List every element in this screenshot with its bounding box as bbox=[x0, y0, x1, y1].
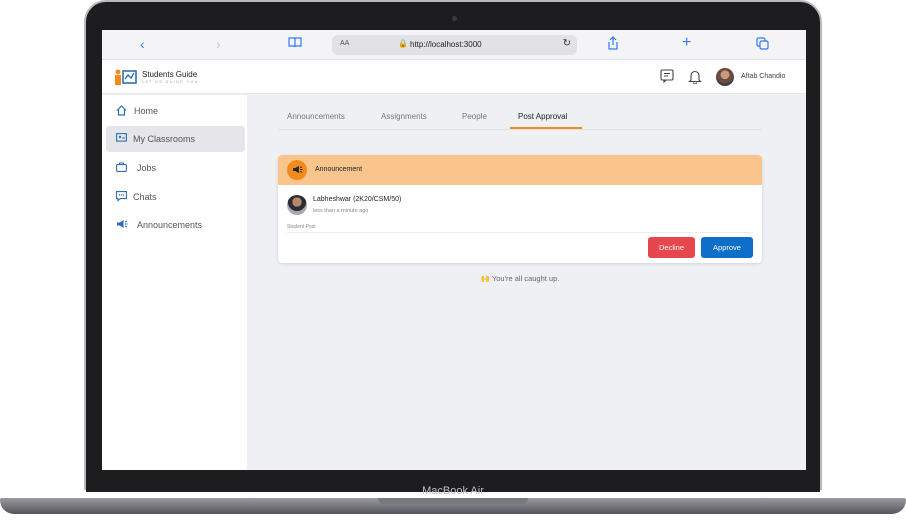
post-type: Student Post bbox=[287, 224, 316, 230]
plus-icon[interactable]: + bbox=[682, 34, 691, 52]
share-icon[interactable] bbox=[607, 36, 619, 53]
post-card: Announcement Labheshwar (2K20/CSM/50) le… bbox=[278, 155, 762, 263]
post-card-header: Announcement bbox=[278, 155, 762, 185]
screen: ‹ › AA 🔒 http://localhost:3000 ↻ + Stude… bbox=[102, 30, 806, 470]
sidebar-item-announcements[interactable]: Announcements bbox=[106, 212, 245, 238]
reload-icon[interactable]: ↻ bbox=[563, 38, 571, 49]
tabs-divider bbox=[278, 129, 762, 130]
sidebar-item-jobs[interactable]: Jobs bbox=[106, 155, 245, 181]
sidebar-item-label: Jobs bbox=[137, 163, 157, 173]
user-name[interactable]: Aftab Chandio bbox=[741, 73, 785, 80]
book-icon[interactable] bbox=[288, 37, 302, 51]
briefcase-icon bbox=[116, 162, 127, 175]
address-bar[interactable]: AA 🔒 http://localhost:3000 ↻ bbox=[332, 35, 577, 55]
raised-hands-icon: 🙌 bbox=[480, 274, 490, 283]
sidebar-item-label: Announcements bbox=[137, 220, 203, 230]
avatar[interactable] bbox=[716, 68, 734, 86]
tab-post-approval[interactable]: Post Approval bbox=[518, 112, 567, 121]
tab-people[interactable]: People bbox=[462, 112, 487, 121]
approve-button[interactable]: Approve bbox=[701, 237, 753, 258]
tabs-icon[interactable] bbox=[756, 37, 769, 53]
sidebar-item-label: Home bbox=[134, 106, 159, 116]
app-header: Students Guide LET US GUIDE YOU Aftab Ch… bbox=[102, 60, 806, 94]
sidebar-item-my-classrooms[interactable]: My Classrooms bbox=[106, 126, 245, 152]
url-text: http://localhost:3000 bbox=[410, 40, 482, 49]
status-message: 🙌 You're all caught up. bbox=[278, 274, 762, 283]
messages-icon[interactable] bbox=[660, 69, 674, 86]
logo-title: Students Guide bbox=[142, 70, 198, 79]
model-label: MacBook Air bbox=[422, 485, 484, 497]
home-icon bbox=[116, 105, 127, 119]
status-text: You're all caught up. bbox=[491, 274, 560, 283]
decline-button[interactable]: Decline bbox=[648, 237, 695, 258]
tab-announcements[interactable]: Announcements bbox=[287, 112, 345, 121]
classroom-icon bbox=[116, 133, 127, 146]
bell-icon[interactable] bbox=[688, 69, 702, 87]
chevron-left-icon[interactable]: ‹ bbox=[140, 36, 145, 52]
chevron-right-icon[interactable]: › bbox=[216, 36, 221, 52]
megaphone-icon bbox=[116, 219, 128, 232]
laptop-notch bbox=[378, 498, 528, 504]
post-divider bbox=[287, 232, 753, 233]
tab-assignments[interactable]: Assignments bbox=[381, 112, 427, 121]
text-size-button[interactable]: AA bbox=[340, 40, 349, 47]
sidebar-item-label: My Classrooms bbox=[133, 134, 196, 144]
sidebar: Home My Classrooms Jobs Chats Announceme… bbox=[102, 95, 247, 470]
post-author: Labheshwar (2K20/CSM/50) bbox=[313, 196, 402, 203]
lock-icon: 🔒 bbox=[398, 39, 408, 48]
megaphone-icon bbox=[287, 160, 307, 180]
chat-icon bbox=[116, 191, 127, 205]
logo-icon bbox=[115, 69, 137, 85]
active-tab-indicator bbox=[510, 127, 582, 129]
camera-icon bbox=[452, 16, 457, 21]
sidebar-item-chats[interactable]: Chats bbox=[106, 184, 245, 210]
post-timestamp: less than a minute ago bbox=[313, 208, 369, 214]
avatar bbox=[287, 195, 307, 215]
logo-subtitle: LET US GUIDE YOU bbox=[142, 80, 199, 84]
browser-toolbar: ‹ › AA 🔒 http://localhost:3000 ↻ + bbox=[102, 30, 806, 60]
post-category: Announcement bbox=[315, 166, 363, 173]
sidebar-item-label: Chats bbox=[133, 192, 157, 202]
sidebar-item-home[interactable]: Home bbox=[106, 98, 245, 124]
